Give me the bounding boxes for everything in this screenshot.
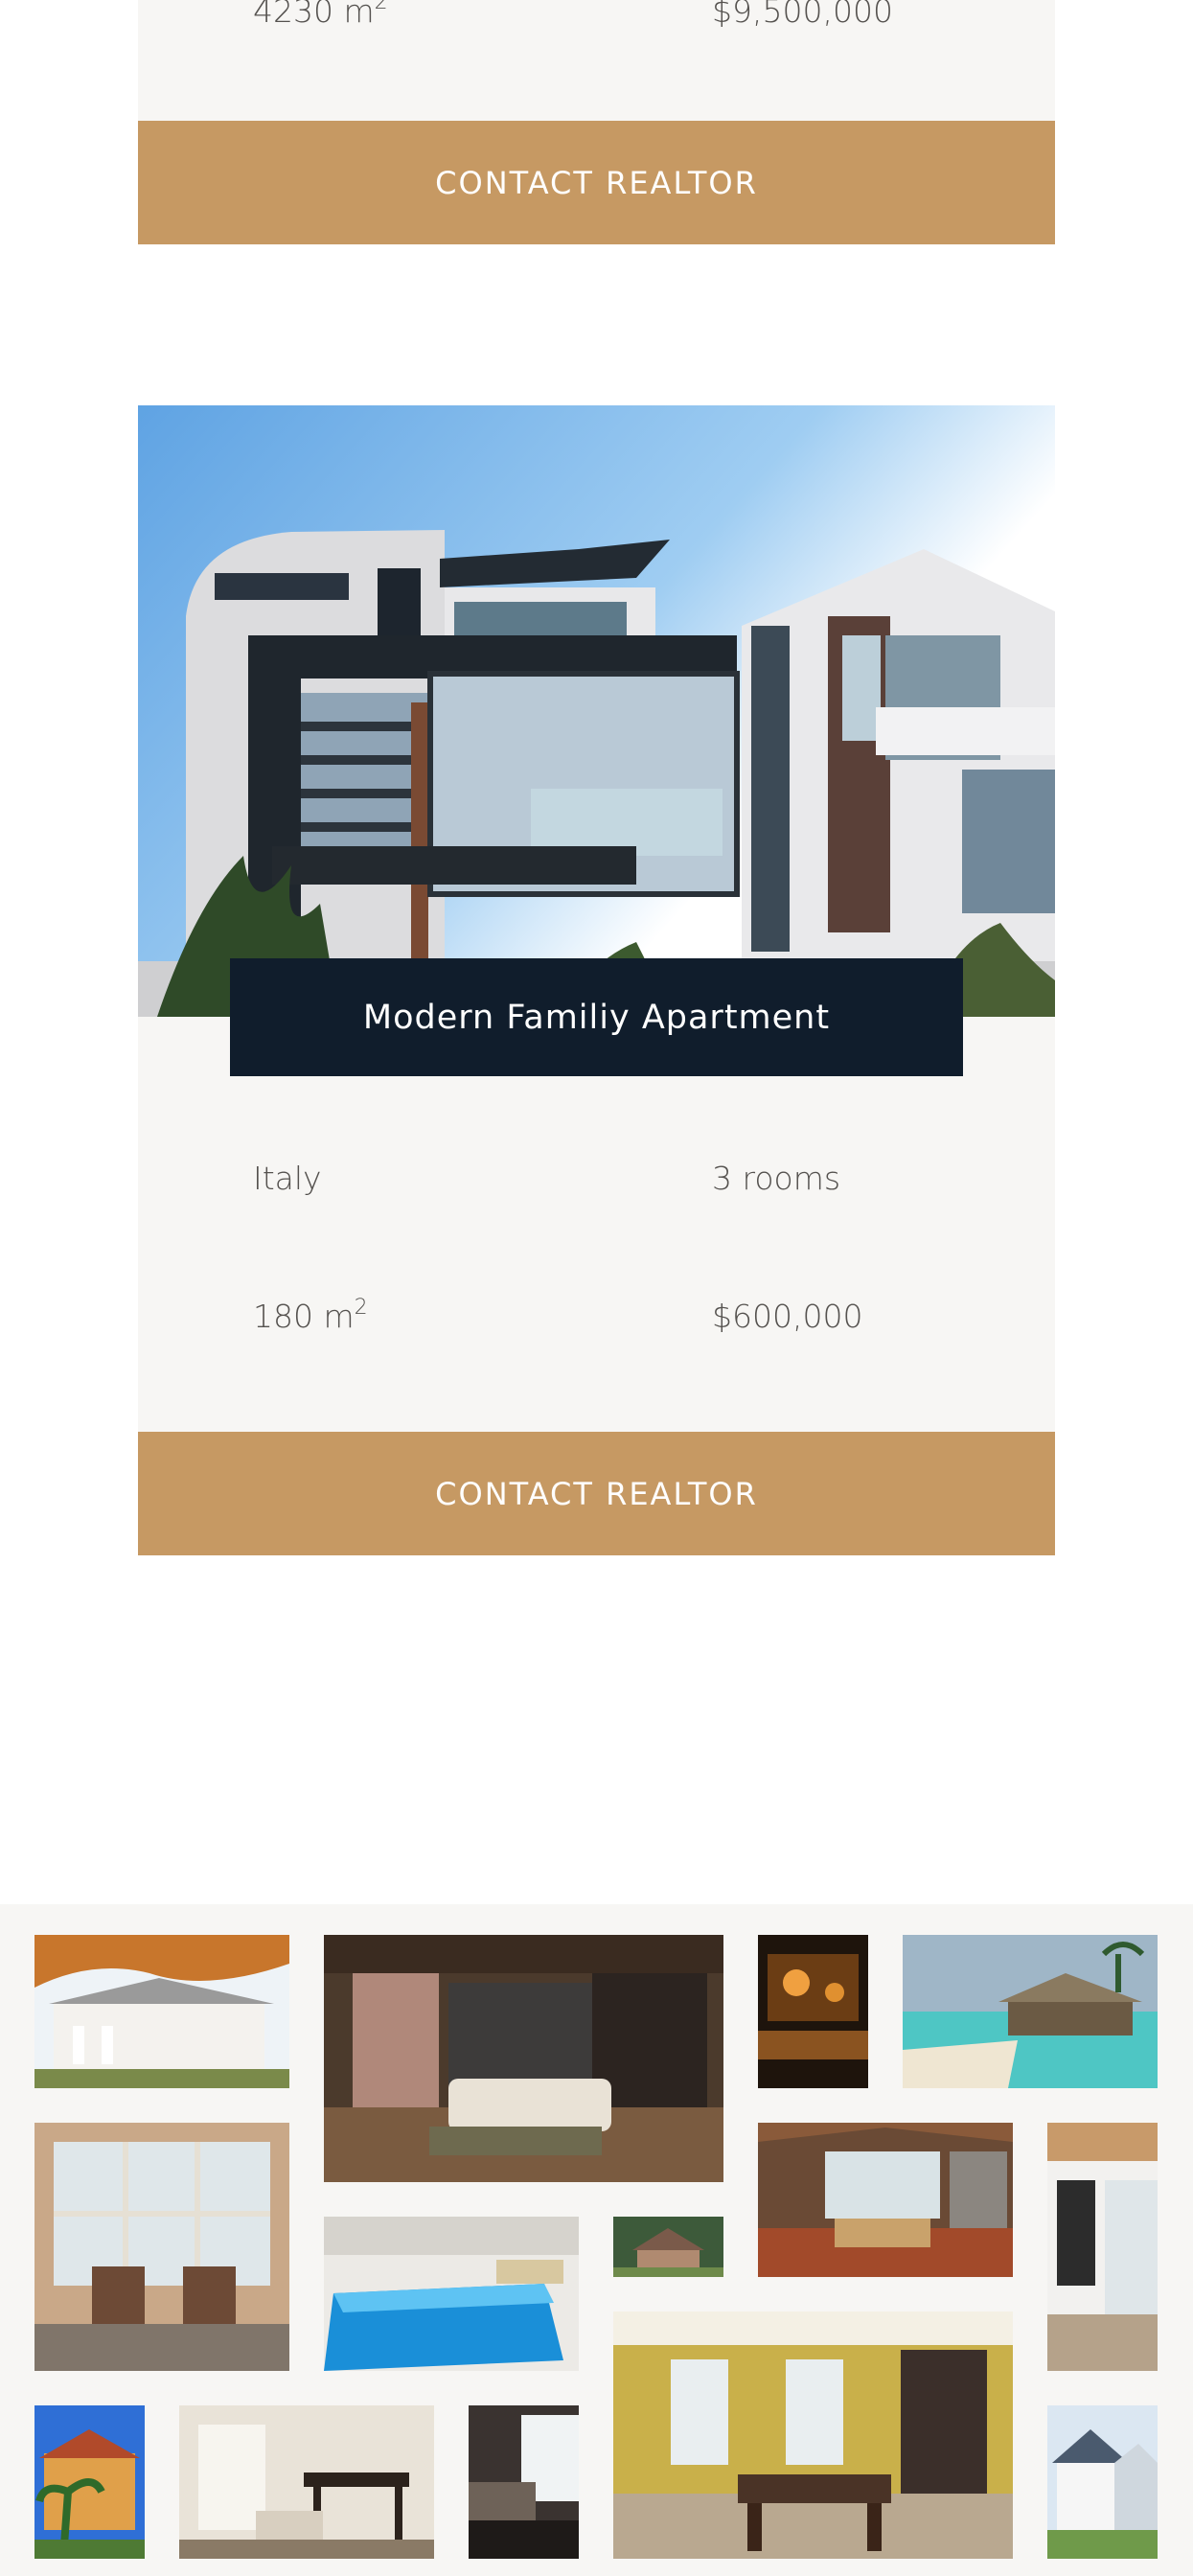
gallery-image-house-autumn[interactable] (34, 1935, 289, 2088)
gallery-image-great-room[interactable] (758, 2123, 1013, 2277)
gallery-image-white-house[interactable] (1047, 2405, 1158, 2559)
top-card-area-unit: 2 (374, 0, 388, 14)
gallery-image-lounge[interactable] (469, 2405, 579, 2559)
gallery-image-small-manor[interactable] (613, 2217, 723, 2277)
gallery-image-window-sitting-room[interactable] (34, 2123, 289, 2371)
property-title: Modern Familiy Apartment (230, 958, 963, 1076)
gallery-image-beach-bungalow[interactable] (903, 1935, 1158, 2088)
property-rooms: 3 rooms (712, 1160, 841, 1197)
property-area-unit: 2 (354, 1296, 368, 1320)
gallery-image-living-room[interactable] (324, 1935, 723, 2182)
gallery-image-indoor-pool[interactable] (324, 2217, 579, 2371)
contact-realtor-button-top[interactable]: Contact realtor (138, 121, 1055, 244)
property-photo (138, 405, 1055, 1017)
property-price: $600,000 (712, 1298, 863, 1335)
property-location: Italy (253, 1160, 322, 1197)
contact-realtor-button[interactable]: Contact realtor (138, 1432, 1055, 1555)
top-card-area-value: 4230 m (253, 0, 375, 30)
top-card-price: $9,500,000 (712, 0, 893, 30)
gallery-image-kitchen[interactable] (1047, 2123, 1158, 2371)
top-card-area: 4230 m2 (253, 0, 388, 30)
gallery-image-villa-palms[interactable] (34, 2405, 145, 2559)
property-area: 180 m2 (253, 1296, 368, 1336)
gallery-image-bar[interactable] (758, 1935, 868, 2088)
property-area-value: 180 m (253, 1298, 355, 1335)
gallery-image-dining-room[interactable] (179, 2405, 434, 2559)
gallery-image-billiard-room[interactable] (613, 2312, 1013, 2559)
